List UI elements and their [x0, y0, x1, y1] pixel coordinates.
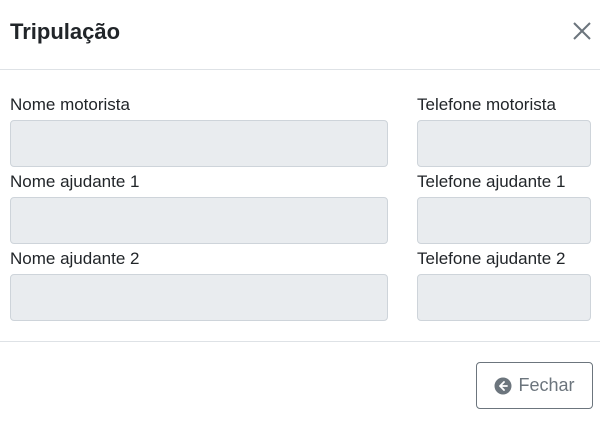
nome-ajudante-1-label: Nome ajudante 1	[10, 172, 140, 191]
fechar-button[interactable]: Fechar	[476, 362, 593, 409]
close-button[interactable]	[569, 18, 595, 44]
close-icon	[569, 18, 595, 44]
telefone-ajudante-1-label: Telefone ajudante 1	[417, 172, 566, 191]
nome-ajudante-2-input[interactable]	[10, 274, 388, 321]
arrow-left-circle-icon	[494, 377, 512, 395]
modal-footer: Fechar	[0, 341, 600, 422]
nome-ajudante-2-label: Nome ajudante 2	[10, 249, 140, 268]
telefone-ajudante-2-input[interactable]	[417, 274, 591, 321]
tripulacao-modal: Tripulação Nome motorista Telefone motor…	[0, 0, 600, 422]
fechar-button-label: Fechar	[518, 375, 575, 395]
modal-title: Tripulação	[10, 19, 121, 44]
modal-body: Nome motorista Telefone motorista Nome a…	[0, 71, 600, 341]
telefone-ajudante-2-label: Telefone ajudante 2	[417, 249, 566, 268]
telefone-ajudante-1-input[interactable]	[417, 197, 591, 244]
nome-motorista-label: Nome motorista	[10, 95, 130, 114]
modal-header: Tripulação	[0, 0, 600, 70]
nome-motorista-input[interactable]	[10, 120, 388, 167]
telefone-motorista-input[interactable]	[417, 120, 591, 167]
telefone-motorista-label: Telefone motorista	[417, 95, 556, 114]
nome-ajudante-1-input[interactable]	[10, 197, 388, 244]
